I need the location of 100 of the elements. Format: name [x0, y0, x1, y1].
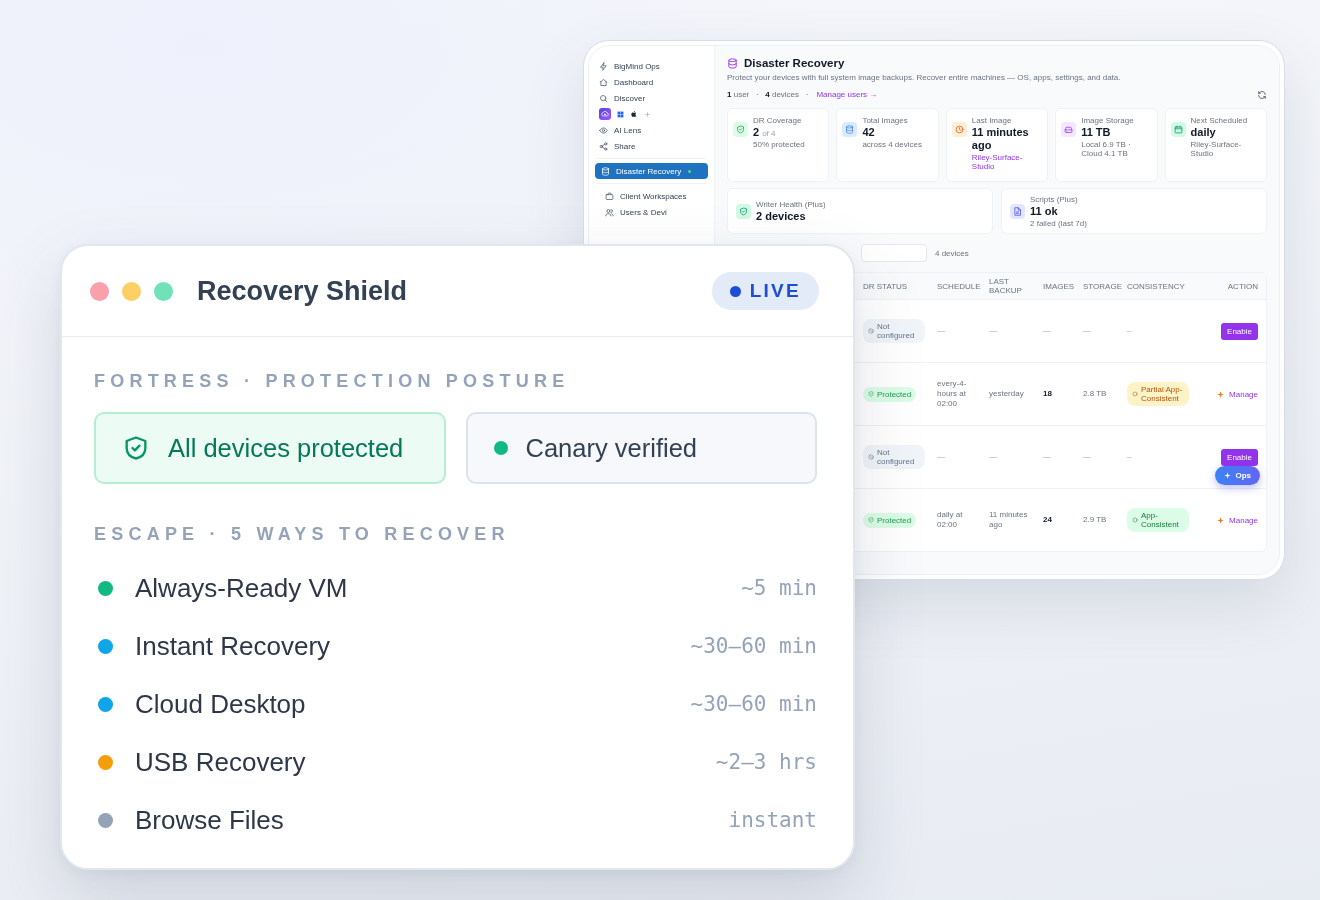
stat-value: 42: [862, 126, 875, 139]
apple-icon: [630, 110, 638, 118]
table-cell-text: yesterday: [988, 389, 1025, 399]
table-cell-text: —: [1042, 452, 1052, 462]
table-cell-text: 18: [1042, 389, 1053, 399]
option-name: Cloud Desktop: [135, 688, 306, 720]
eye-icon: [599, 125, 608, 135]
stat-value: 2: [753, 126, 760, 139]
four-squares-icon: [617, 110, 624, 118]
manage-users-link[interactable]: Manage users →: [816, 90, 878, 99]
live-label: LIVE: [749, 280, 801, 302]
ops-button[interactable]: Ops: [1215, 466, 1260, 485]
users-icon: [605, 207, 614, 217]
stat-label: Image Storage: [1081, 116, 1135, 126]
column-header: STORAGE: [1082, 281, 1123, 291]
manage-link[interactable]: Manage: [1217, 389, 1258, 399]
status-text: Not configured: [877, 448, 916, 466]
sidebar-item[interactable]: Users & Devi: [595, 204, 708, 220]
table-cell-text: 11 minutes ago: [988, 510, 1029, 530]
table-cell-text: —: [1082, 326, 1092, 336]
refresh-icon[interactable]: [1257, 89, 1267, 100]
table-cell-text: —: [1042, 326, 1052, 336]
table-cell-text: 2.8 TB: [1082, 389, 1108, 399]
stat-note: 50% protected: [753, 140, 805, 149]
table-cell-text: —: [988, 452, 998, 462]
consistency-text: Partial App-Consistent: [1141, 385, 1184, 403]
live-dot-icon: [729, 285, 741, 297]
cloud-upload-icon[interactable]: [599, 108, 611, 120]
window-control-icon[interactable]: [154, 281, 173, 301]
document-icon: [1010, 203, 1025, 219]
table-cell-text: —: [936, 326, 946, 336]
sidebar-item[interactable]: Client Workspaces: [595, 188, 708, 204]
table-cell-text: daily at 02:00: [936, 510, 964, 530]
enable-button[interactable]: Enable: [1221, 322, 1258, 340]
option-name: Instant Recovery: [135, 630, 331, 662]
stat-value: 11 minutes ago: [971, 126, 1030, 152]
table-cell-text: —: [1082, 452, 1092, 462]
table-cell-text: 24: [1042, 515, 1053, 525]
status-text: Not configured: [877, 322, 916, 340]
sidebar-item[interactable]: Share: [589, 138, 714, 154]
sidebar-item[interactable]: Disaster Recovery: [595, 163, 708, 179]
stat-value: 11 ok: [1030, 204, 1058, 218]
window-control-icon[interactable]: [122, 281, 141, 301]
table-cell-text: —: [988, 326, 998, 336]
sparkle-icon: [1224, 472, 1232, 479]
status-text: Protected: [877, 389, 912, 399]
stat-value: daily: [1190, 126, 1216, 139]
table-cell-text: —: [936, 452, 946, 462]
stat-label: DR Coverage: [753, 116, 803, 126]
stat-note: across 4 devices: [862, 140, 922, 149]
shield-check-icon: [868, 517, 874, 523]
page-subtitle: Protect your devices with full system image backups. Recover entire machines — OS, apps, settings, and data.: [727, 73, 1122, 83]
column-header: LAST BACKUP: [988, 277, 1023, 295]
section-heading: ESCAPE · 5 WAYS TO RECOVER: [94, 524, 511, 545]
option-name: USB Recovery: [135, 746, 306, 778]
window-control-icon[interactable]: [90, 281, 109, 301]
sidebar-item[interactable]: BigMind Ops: [589, 58, 714, 74]
enable-button[interactable]: Enable: [1221, 448, 1258, 466]
blocked-icon: [868, 454, 874, 460]
search-icon: [599, 93, 608, 103]
page-title: Disaster Recovery: [744, 57, 845, 69]
option-time: ~5 min: [741, 576, 817, 600]
blocked-icon: [868, 328, 874, 334]
sidebar-item[interactable]: AI Lens: [589, 122, 714, 138]
stat-value: 11 TB: [1081, 126, 1111, 139]
stat-label: Writer Health (Plus): [756, 199, 826, 210]
option-name: Browse Files: [135, 804, 284, 836]
option-time: ~2–3 hrs: [715, 750, 817, 774]
status-dot-icon: [493, 441, 508, 455]
device-count: 4 devices: [935, 248, 969, 258]
summary-text: 1 user · 4 devices ·: [727, 90, 809, 99]
column-header: DR STATUS: [862, 281, 909, 291]
stat-label: Total Images: [862, 116, 909, 126]
option-time: ~30–60 min: [690, 692, 817, 716]
database-icon: [601, 166, 610, 176]
database-icon: [727, 57, 738, 69]
table-cell-text: –: [1126, 452, 1133, 462]
table-cell-text: every-4-hours at 02:00: [936, 379, 968, 409]
shield-check-icon: [736, 203, 751, 219]
shield-check-icon: [868, 391, 874, 397]
stat-value: 2 devices: [756, 209, 806, 223]
consistency-text: App-Consistent: [1141, 511, 1180, 529]
sidebar-item[interactable]: Discover: [589, 90, 714, 106]
home-icon: [599, 77, 608, 87]
table-cell-text: –: [1126, 326, 1133, 336]
card-title: Recovery Shield: [197, 275, 408, 307]
sidebar-item[interactable]: Dashboard: [589, 74, 714, 90]
option-name: Always-Ready VM: [135, 572, 348, 604]
sparkle-icon: [1217, 516, 1225, 524]
posture-label: Canary verified: [525, 433, 697, 463]
option-time: ~30–60 min: [690, 634, 817, 658]
stat-note: Riley-Surface-Studio: [1190, 140, 1243, 158]
stat-note: Local 6.9 TB · Cloud 4.1 TB: [1081, 140, 1132, 158]
briefcase-icon: [605, 191, 614, 201]
status-text: Protected: [877, 515, 912, 525]
manage-link[interactable]: Manage: [1217, 515, 1258, 525]
device-link[interactable]: Riley-Surface-Studio: [971, 153, 1043, 171]
posture-label: All devices protected: [168, 433, 404, 463]
search-field[interactable]: [861, 244, 927, 262]
column-header: CONSISTENCY: [1126, 281, 1186, 291]
